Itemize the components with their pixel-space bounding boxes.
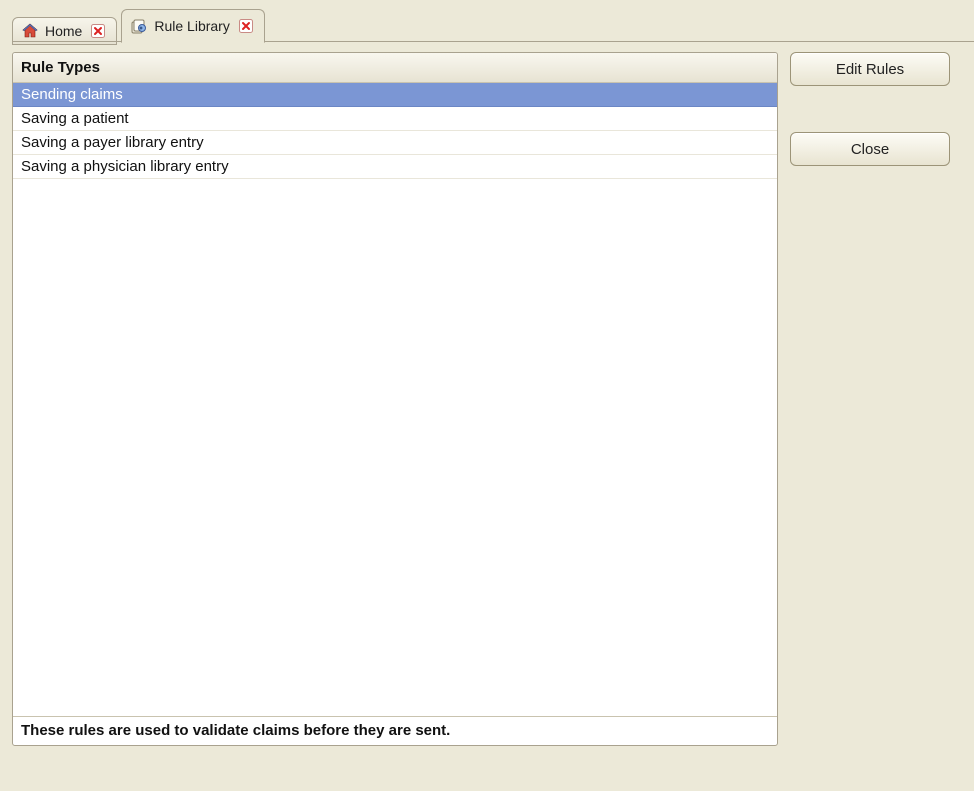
tab-content: Rule Types Sending claims Saving a patie…	[12, 42, 974, 791]
tab-rule-library-label: Rule Library	[154, 18, 231, 34]
rule-types-panel: Rule Types Sending claims Saving a patie…	[12, 52, 778, 746]
library-icon	[130, 17, 148, 35]
list-item[interactable]: Saving a physician library entry	[13, 155, 777, 179]
tab-home[interactable]: Home	[12, 17, 117, 45]
list-footer: These rules are used to validate claims …	[13, 716, 777, 745]
list-item[interactable]: Sending claims	[13, 83, 777, 107]
content-row: Rule Types Sending claims Saving a patie…	[12, 52, 974, 746]
list-item[interactable]: Saving a payer library entry	[13, 131, 777, 155]
rule-types-list: Rule Types Sending claims Saving a patie…	[12, 52, 778, 746]
list-item[interactable]: Saving a patient	[13, 107, 777, 131]
tab-home-close-button[interactable]	[90, 23, 106, 39]
tab-rule-library[interactable]: Rule Library	[121, 9, 264, 43]
list-body: Sending claims Saving a patient Saving a…	[13, 83, 777, 716]
close-button[interactable]: Close	[790, 132, 950, 166]
tab-rule-library-close-button[interactable]	[238, 18, 254, 34]
tab-home-label: Home	[45, 23, 84, 39]
close-icon	[91, 24, 105, 38]
sidebar: Edit Rules Close	[790, 52, 950, 166]
tabstrip: Home Rule Library	[0, 0, 974, 42]
edit-rules-button[interactable]: Edit Rules	[790, 52, 950, 86]
list-header: Rule Types	[13, 53, 777, 83]
close-icon	[239, 19, 253, 33]
home-icon	[21, 22, 39, 40]
